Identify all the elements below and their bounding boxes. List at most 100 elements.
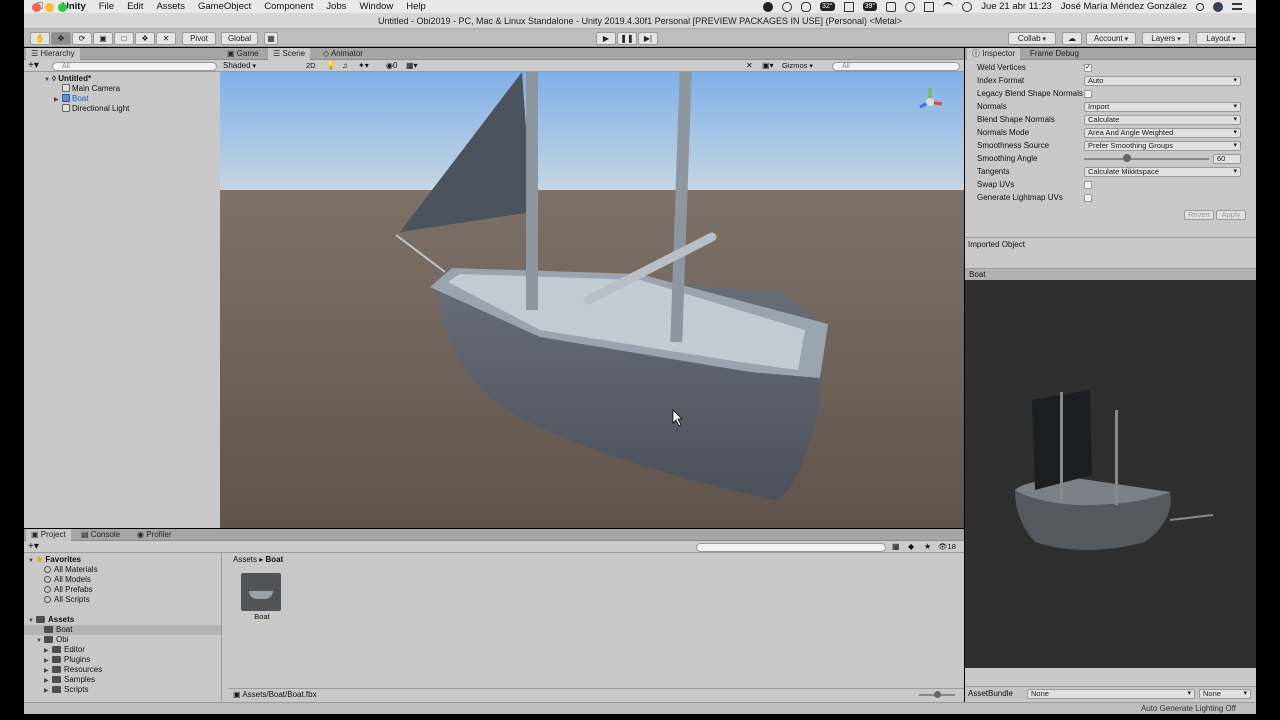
normals-mode-dropdown[interactable]: Area And Angle Weighted xyxy=(1084,128,1241,138)
play-button[interactable]: ▶ xyxy=(596,32,616,45)
sync-icon[interactable] xyxy=(782,1,792,12)
index-format-dropdown[interactable]: Auto xyxy=(1084,76,1241,86)
scene-search-input[interactable]: All xyxy=(832,61,960,71)
custom-tool-icon[interactable]: ✕ xyxy=(156,32,176,45)
snap-toggle[interactable]: ▦ xyxy=(264,32,278,45)
pivot-toggle[interactable]: Pivot xyxy=(182,32,216,45)
normals-dropdown[interactable]: Import xyxy=(1084,102,1241,112)
layers-dropdown[interactable]: Layers xyxy=(1142,32,1190,45)
audio-icon[interactable]: ♫ xyxy=(342,60,348,72)
folder-obi[interactable]: ▼ Obi xyxy=(36,635,68,645)
hand-tool-icon[interactable]: ✋ xyxy=(30,32,50,45)
hierarchy-search-input[interactable]: All xyxy=(52,61,217,71)
tab-hierarchy[interactable]: ☰ Hierarchy xyxy=(26,48,80,60)
create-dropdown[interactable]: +▾ xyxy=(28,60,39,72)
smoothing-angle-slider-thumb[interactable] xyxy=(1123,154,1131,162)
user-name[interactable]: José María Méndez González xyxy=(1061,1,1187,12)
hidden-objects-icon[interactable]: ◉0 xyxy=(386,60,397,72)
smoothing-angle-slider[interactable] xyxy=(1084,158,1209,160)
blend-shape-normals-dropdown[interactable]: Calculate xyxy=(1084,115,1241,125)
tangents-dropdown[interactable]: Calculate Mikktspace xyxy=(1084,167,1241,177)
tab-project[interactable]: ▣ Project xyxy=(26,529,71,541)
layout-dropdown[interactable]: Layout xyxy=(1196,32,1246,45)
scene-viewport[interactable] xyxy=(220,72,964,528)
model-preview[interactable] xyxy=(965,280,1256,668)
effects-icon[interactable]: ✦▾ xyxy=(358,60,369,72)
lighting-icon[interactable]: 💡 xyxy=(326,60,336,72)
weld-vertices-checkbox[interactable]: ✓ xyxy=(1084,64,1092,72)
menu-component[interactable]: Component xyxy=(264,1,313,12)
minimize-window-button[interactable] xyxy=(45,3,54,12)
hierarchy-item-main-camera[interactable]: Main Camera xyxy=(62,84,120,94)
record-icon[interactable] xyxy=(763,1,773,12)
zoom-window-button[interactable] xyxy=(58,3,67,12)
collab-dropdown[interactable]: Collab xyxy=(1008,32,1056,45)
time-machine-icon[interactable] xyxy=(962,1,973,12)
folder-samples[interactable]: ▶ Samples xyxy=(44,675,95,685)
clock[interactable]: Jue 21 abr 11:23 xyxy=(981,1,1052,12)
smoothness-source-dropdown[interactable]: Prefer Smoothing Groups xyxy=(1084,141,1241,151)
mode-2d-toggle[interactable]: 2D xyxy=(306,60,316,72)
volume-icon[interactable] xyxy=(905,1,916,12)
favorite-star-icon[interactable]: ★ xyxy=(924,541,931,553)
folder-scripts[interactable]: ▶ Scripts xyxy=(44,685,88,695)
favorite-all-prefabs[interactable]: All Prefabs xyxy=(44,585,93,595)
tab-frame-debug[interactable]: Frame Debug xyxy=(1025,48,1084,60)
tab-animator[interactable]: ◇ Animator xyxy=(318,48,368,60)
legacy-blend-shape-normals-checkbox[interactable] xyxy=(1084,90,1092,98)
wifi-icon[interactable] xyxy=(943,1,954,12)
grid-icon[interactable]: ▦▾ xyxy=(406,60,418,72)
smoothing-angle-value[interactable]: 60 xyxy=(1213,154,1241,164)
folder-boat[interactable]: Boat xyxy=(24,625,221,635)
filter-label-icon[interactable]: ◆ xyxy=(908,541,914,553)
tab-scene[interactable]: ☰ Scene xyxy=(268,48,311,60)
tab-profiler[interactable]: ◉ Profiler xyxy=(132,529,177,541)
folder-resources[interactable]: ▶ Resources xyxy=(44,665,102,675)
favorites-header[interactable]: ▼ ★ Favorites xyxy=(28,555,81,565)
hierarchy-item-directional-light[interactable]: Directional Light xyxy=(62,104,129,114)
tab-game[interactable]: ▣ Game xyxy=(222,48,264,60)
tab-console[interactable]: ▤ Console xyxy=(76,529,125,541)
preview-header[interactable]: Boat xyxy=(965,268,1256,280)
menu-jobs[interactable]: Jobs xyxy=(326,1,346,12)
menu-file[interactable]: File xyxy=(99,1,114,12)
favorite-all-scripts[interactable]: All Scripts xyxy=(44,595,90,605)
tools-icon[interactable]: ✕ xyxy=(746,60,753,72)
menu-help[interactable]: Help xyxy=(406,1,426,12)
tab-inspector[interactable]: ⓘ Inspector xyxy=(967,48,1021,60)
cloud-icon[interactable]: ☁ xyxy=(1062,32,1082,45)
icon-size-slider-thumb[interactable] xyxy=(934,691,941,698)
pause-button[interactable]: ❚❚ xyxy=(617,32,637,45)
create-asset-dropdown[interactable]: +▾ xyxy=(28,541,39,553)
cloud-icon[interactable] xyxy=(801,1,811,12)
assetbundle-dropdown[interactable]: None xyxy=(1027,689,1195,699)
favorite-all-models[interactable]: All Models xyxy=(44,575,91,585)
menu-edit[interactable]: Edit xyxy=(127,1,143,12)
dropbox-icon[interactable] xyxy=(886,1,897,12)
rotate-tool-icon[interactable]: ⟳ xyxy=(72,32,92,45)
transform-tool-icon[interactable]: ❖ xyxy=(135,32,155,45)
step-button[interactable]: ▶| xyxy=(638,32,658,45)
revert-button[interactable]: Revert xyxy=(1184,210,1214,220)
lighting-status[interactable]: Auto Generate Lighting Off xyxy=(1141,703,1236,715)
generate-lightmap-uvs-checkbox[interactable] xyxy=(1084,194,1092,202)
account-dropdown[interactable]: Account xyxy=(1086,32,1136,45)
move-tool-icon[interactable]: ✥ xyxy=(51,32,71,45)
battery-icon[interactable] xyxy=(843,1,854,12)
temperature-badge[interactable]: 32° xyxy=(820,2,835,11)
hierarchy-item-boat[interactable]: ▶ Boat xyxy=(54,94,88,104)
breadcrumb-assets[interactable]: Assets xyxy=(233,555,257,564)
assetbundle-variant-dropdown[interactable]: None xyxy=(1199,689,1251,699)
folder-plugins[interactable]: ▶ Plugins xyxy=(44,655,90,665)
control-center-icon[interactable] xyxy=(1232,3,1242,10)
project-search-input[interactable] xyxy=(696,542,886,552)
rect-tool-icon[interactable]: □ xyxy=(114,32,134,45)
search-icon[interactable] xyxy=(1196,2,1204,11)
favorite-all-materials[interactable]: All Materials xyxy=(44,565,98,575)
account-icon[interactable] xyxy=(1213,1,1223,12)
menu-window[interactable]: Window xyxy=(359,1,393,12)
apply-button[interactable]: Apply xyxy=(1216,210,1246,220)
scene-row[interactable]: ▼ ◊ Untitled* xyxy=(44,74,91,84)
menu-gameobject[interactable]: GameObject xyxy=(198,1,251,12)
global-toggle[interactable]: Global xyxy=(221,32,258,45)
